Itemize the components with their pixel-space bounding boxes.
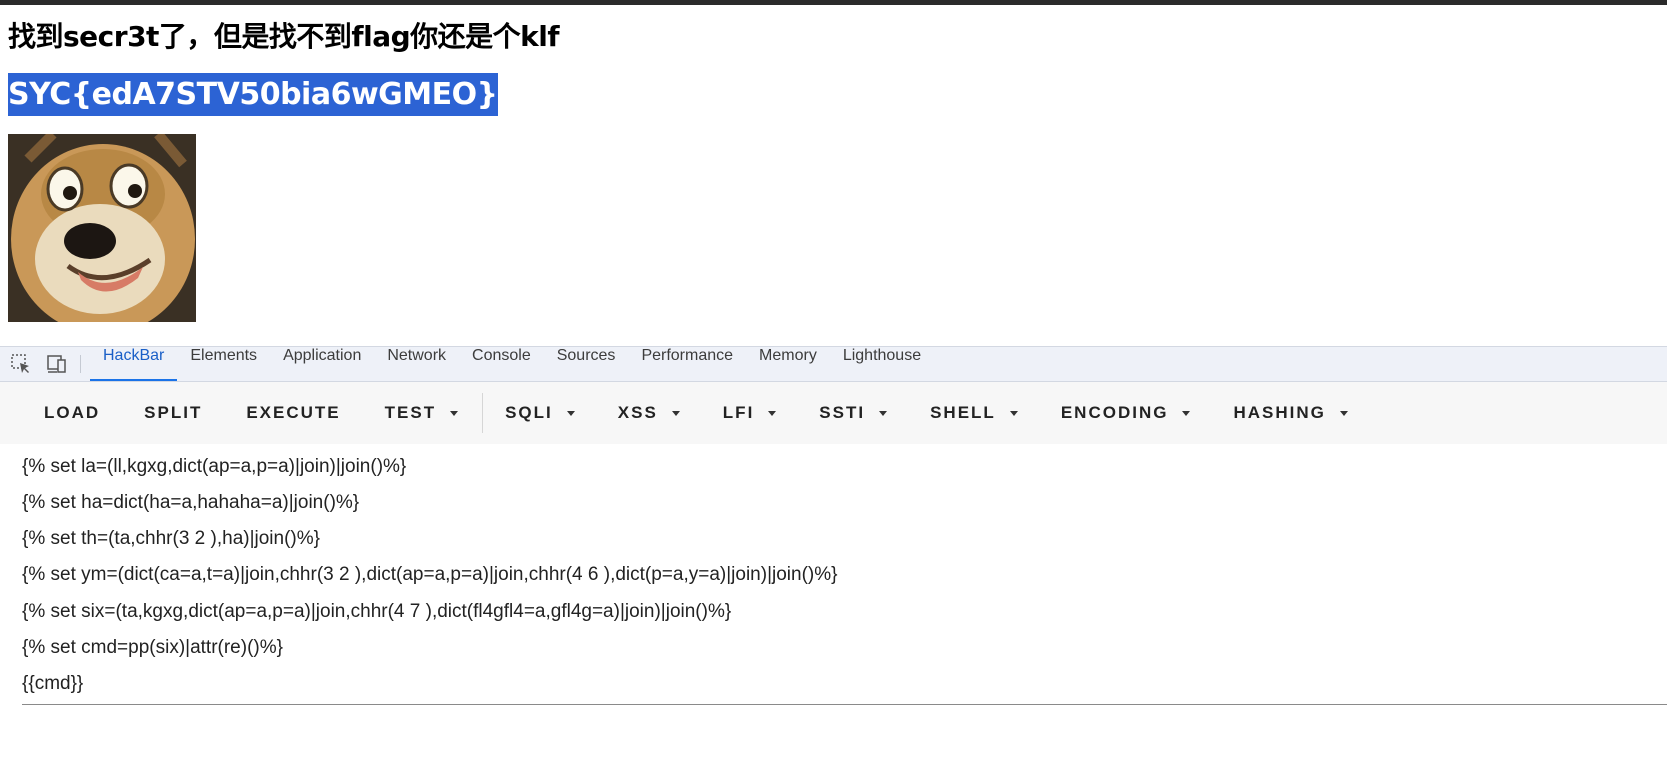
dropdown-caret-icon [879,410,888,416]
flag-text[interactable]: SYC{edA7STV50bia6wGMEO} [8,73,498,116]
dropdown-caret-icon [1009,410,1018,416]
tab-memory[interactable]: Memory [746,347,830,381]
ssti-dropdown[interactable]: SSTI [819,403,888,423]
dropdown-caret-icon [1339,410,1348,416]
shell-dropdown[interactable]: SHELL [930,403,1018,423]
doge-meme-image [8,134,196,322]
editor-bottom-border [22,704,1667,705]
shell-label: SHELL [930,403,996,422]
ssti-label: SSTI [819,403,866,422]
devtools-tabs: HackBar Elements Application Network Con… [90,347,934,381]
tab-console[interactable]: Console [459,347,544,381]
test-label: TEST [384,403,437,422]
lfi-label: LFI [722,403,755,422]
hashing-label: HASHING [1233,403,1326,422]
sqli-label: SQLI [505,403,553,422]
dropdown-caret-icon [450,410,459,416]
code-line-7[interactable]: {{cmd}} [22,673,83,695]
devtools-panel: HackBar Elements Application Network Con… [0,346,1667,762]
code-line-5[interactable]: {% set six=(ta,kgxg,dict(ap=a,p=a)|join,… [22,601,731,623]
tabbar-separator [80,355,81,373]
selected-flag[interactable]: SYC{edA7STV50bia6wGMEO} [8,73,498,116]
doge-face-illustration [8,134,196,322]
tab-hackbar[interactable]: HackBar [90,347,178,381]
code-line-2[interactable]: {% set ha=dict(ha=a,hahaha=a)|join()%} [22,492,359,514]
device-toolbar-icon[interactable] [46,353,68,375]
toolbar-separator [482,393,484,433]
devtools-tabbar: HackBar Elements Application Network Con… [0,346,1667,382]
encoding-label: ENCODING [1060,403,1169,422]
dropdown-caret-icon [1182,410,1191,416]
xss-label: XSS [617,403,658,422]
xss-dropdown[interactable]: XSS [618,403,680,423]
tab-elements[interactable]: Elements [177,347,270,381]
hashing-dropdown[interactable]: HASHING [1233,403,1348,423]
dropdown-caret-icon [768,410,777,416]
lfi-dropdown[interactable]: LFI [723,403,777,423]
code-line-4[interactable]: {% set ym=(dict(ca=a,t=a)|join,chhr(3 2 … [22,564,837,586]
code-line-1[interactable]: {% set la=(ll,kgxg,dict(ap=a,p=a)|join)|… [22,456,406,478]
load-button[interactable]: LOAD [44,403,100,423]
split-button[interactable]: SPLIT [144,403,202,423]
inspect-element-icon[interactable] [10,353,32,375]
code-line-6[interactable]: {% set cmd=pp(six)|attr(re)()%} [22,637,283,659]
execute-button[interactable]: EXECUTE [246,403,340,423]
sqli-dropdown[interactable]: SQLI [505,403,575,423]
dropdown-caret-icon [671,410,680,416]
encoding-dropdown[interactable]: ENCODING [1061,403,1191,423]
tab-application[interactable]: Application [270,347,374,381]
tab-network[interactable]: Network [374,347,459,381]
tab-performance[interactable]: Performance [628,347,746,381]
page-title: 找到secr3t了，但是找不到flag你还是个klf [8,20,560,53]
dropdown-caret-icon [566,410,575,416]
tab-lighthouse[interactable]: Lighthouse [830,347,934,381]
tab-sources[interactable]: Sources [544,347,629,381]
browser-top-border [0,0,1667,5]
hackbar-toolbar: LOAD SPLIT EXECUTE TEST SQLI XSS LFI SST… [0,382,1667,444]
test-dropdown[interactable]: TEST [384,403,459,423]
code-line-3[interactable]: {% set th=(ta,chhr(3 2 ),ha)|join()%} [22,528,320,550]
hackbar-editor[interactable]: {% set la=(ll,kgxg,dict(ap=a,p=a)|join)|… [0,444,1667,762]
